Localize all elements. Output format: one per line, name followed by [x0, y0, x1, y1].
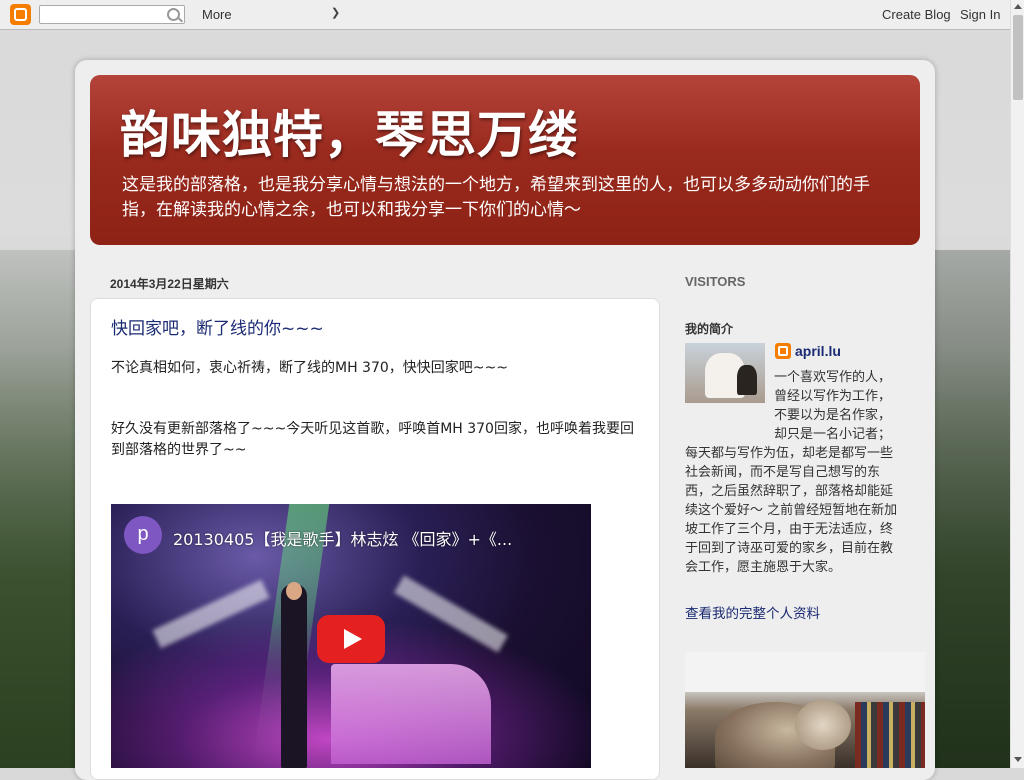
profile-name-link[interactable]: april.lu [795, 343, 841, 359]
sidebar-cat-photo [685, 652, 925, 768]
cat-head [795, 700, 851, 750]
play-icon[interactable] [317, 615, 385, 663]
view-full-profile-link[interactable]: 查看我的完整个人资料 [685, 602, 820, 622]
chevron-down-icon[interactable]: ❯ [331, 6, 340, 19]
profile-heading: 我的简介 [685, 322, 734, 336]
blogger-icon[interactable] [10, 4, 31, 25]
blogger-icon [775, 343, 791, 359]
search-input[interactable] [39, 5, 185, 24]
photo-spacer [685, 368, 774, 388]
singer-head [286, 582, 302, 600]
scrollbar-thumb[interactable] [1013, 15, 1023, 100]
create-blog-link[interactable]: Create Blog [882, 7, 951, 22]
background-trees-right [935, 250, 1010, 768]
bookshelf [855, 702, 925, 768]
photo-wall [685, 652, 925, 692]
post-paragraph: 好久没有更新部落格了~~~今天听见这首歌，呼唤首MH 370回家，也呼唤着我要回… [111, 421, 634, 458]
search-icon[interactable] [167, 8, 180, 21]
blog-title[interactable]: 韵味独特，琴思万缕 [120, 95, 579, 167]
scroll-down-arrow-icon[interactable] [1014, 757, 1022, 762]
post-title-link[interactable]: 快回家吧，断了线的你~~~ [111, 314, 324, 339]
post-date: 2014年3月22日星期六 [110, 277, 229, 291]
singer-figure [281, 584, 307, 768]
photo-spacer [685, 388, 774, 426]
piano [331, 664, 491, 764]
channel-avatar[interactable]: p [124, 516, 162, 554]
blogger-navbar: More ❯ Create Blog Sign In [0, 0, 1010, 30]
background-trees-left [0, 250, 80, 768]
profile-about: 一个喜欢写作的人，曾经以写作为工作，不要以为是名作家，却只是一名小记者；每天都与… [685, 368, 898, 577]
more-menu-button[interactable]: More [202, 7, 232, 22]
post-paragraph: 不论真相如何，衷心祈祷，断了线的MH 370，快快回家吧~~~ [111, 360, 508, 376]
video-title[interactable]: 20130405【我是歌手】林志炫 《回家》+《... [173, 526, 512, 550]
page-scrollbar[interactable] [1010, 0, 1024, 768]
blog-description: 这是我的部落格，也是我分享心情与想法的一个地方，希望来到这里的人，也可以多多动动… [122, 175, 870, 220]
visitors-heading: VISITORS [685, 274, 746, 289]
scroll-up-arrow-icon[interactable] [1014, 4, 1022, 9]
sign-in-link[interactable]: Sign In [960, 7, 1000, 22]
